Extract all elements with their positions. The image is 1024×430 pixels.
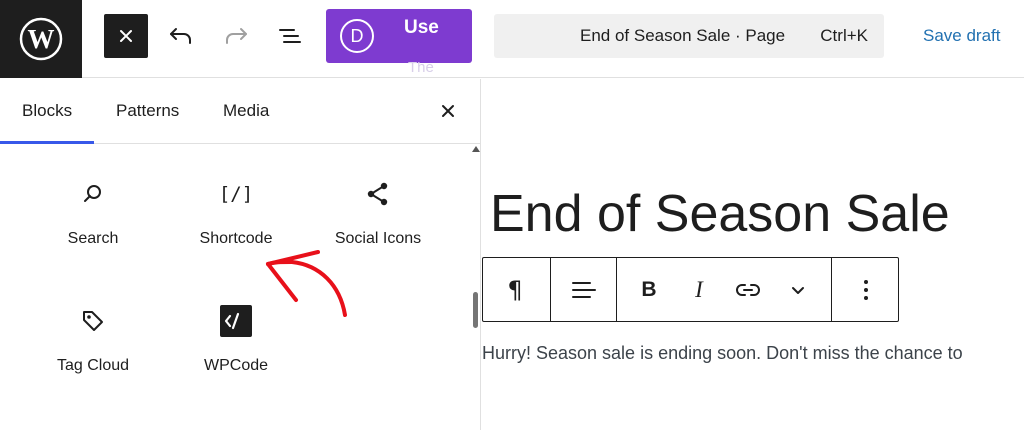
italic-button[interactable]: I [679,270,719,310]
wordpress-logo-button[interactable]: W [0,0,82,78]
scroll-up-arrow-icon[interactable] [472,146,480,152]
page-title[interactable]: End of Season Sale [490,184,950,244]
align-button[interactable] [563,270,603,310]
block-label: Shortcode [199,230,273,247]
undo-button[interactable] [161,16,201,56]
toolbar-divider [831,258,832,321]
close-icon [442,105,454,117]
bold-button[interactable]: B [629,270,669,310]
use-divi-builder-button[interactable]: D Use [326,9,472,63]
more-formatting-button[interactable] [778,270,818,310]
link-button[interactable] [728,270,768,310]
block-item-search[interactable]: Search [28,174,158,274]
wpcode-icon [220,305,252,337]
bold-icon: B [641,278,657,301]
paragraph-block-button[interactable]: ¶ [495,270,535,310]
tag-icon [83,311,103,331]
active-tab-indicator [0,141,94,144]
divi-label-overflow: The [408,62,434,76]
divi-button-label: Use [404,17,439,38]
divi-logo-icon: D [340,19,374,53]
block-label: Social Icons [334,230,422,247]
list-view-button[interactable] [270,16,310,56]
toolbar-divider [616,258,617,321]
command-shortcut: Ctrl+K [820,26,868,45]
wordpress-logo-icon: W [19,17,63,61]
close-panel-button[interactable] [432,95,464,127]
document-title: End of Season Sale · Page [580,26,786,45]
svg-text:W: W [28,24,55,54]
more-vertical-icon [864,280,868,300]
block-options-button[interactable] [846,270,886,310]
block-label: WPCode [203,357,269,374]
align-left-icon [572,282,596,298]
paragraph-block[interactable]: Hurry! Season sale is ending soon. Don't… [482,343,963,364]
block-toolbar: ¶ B I [482,257,899,322]
tab-media[interactable]: Media [223,101,269,121]
link-icon [736,284,760,296]
share-icon [367,182,388,206]
redo-icon [226,28,247,44]
toolbar-divider [550,258,551,321]
undo-icon [170,28,191,44]
close-icon [120,30,132,42]
tab-blocks[interactable]: Blocks [22,101,72,121]
editor-header: W D Use The End of Season Sale · Page Ct… [0,0,1024,78]
list-view-icon [279,29,301,43]
panel-scrollbar[interactable] [470,144,480,430]
scrollbar-thumb[interactable] [473,292,478,328]
redo-button[interactable] [216,16,256,56]
block-item-social-icons[interactable]: Social Icons [313,174,443,274]
editor-canvas: End of Season Sale ¶ B I Hurry! Season s… [482,79,1024,430]
inserter-tabs: Blocks Patterns Media [0,79,480,144]
block-label: Search [67,230,119,247]
italic-icon: I [695,277,703,302]
close-inserter-button[interactable] [104,14,148,58]
block-item-tag-cloud[interactable]: Tag Cloud [28,301,158,401]
document-bar[interactable]: End of Season Sale · Page Ctrl+K [494,14,884,58]
block-item-wpcode[interactable]: WPCode [171,301,301,401]
tab-patterns[interactable]: Patterns [116,101,179,121]
chevron-down-icon [792,287,804,294]
block-label: Tag Cloud [56,357,130,374]
save-draft-button[interactable]: Save draft [923,26,1001,46]
block-item-shortcode[interactable]: [/] Shortcode [171,174,301,274]
shortcode-icon: [/] [218,183,254,205]
paragraph-icon: ¶ [507,276,523,304]
search-icon [84,185,101,202]
block-inserter-panel: Blocks Patterns Media Search [/] Shortco… [0,79,481,430]
